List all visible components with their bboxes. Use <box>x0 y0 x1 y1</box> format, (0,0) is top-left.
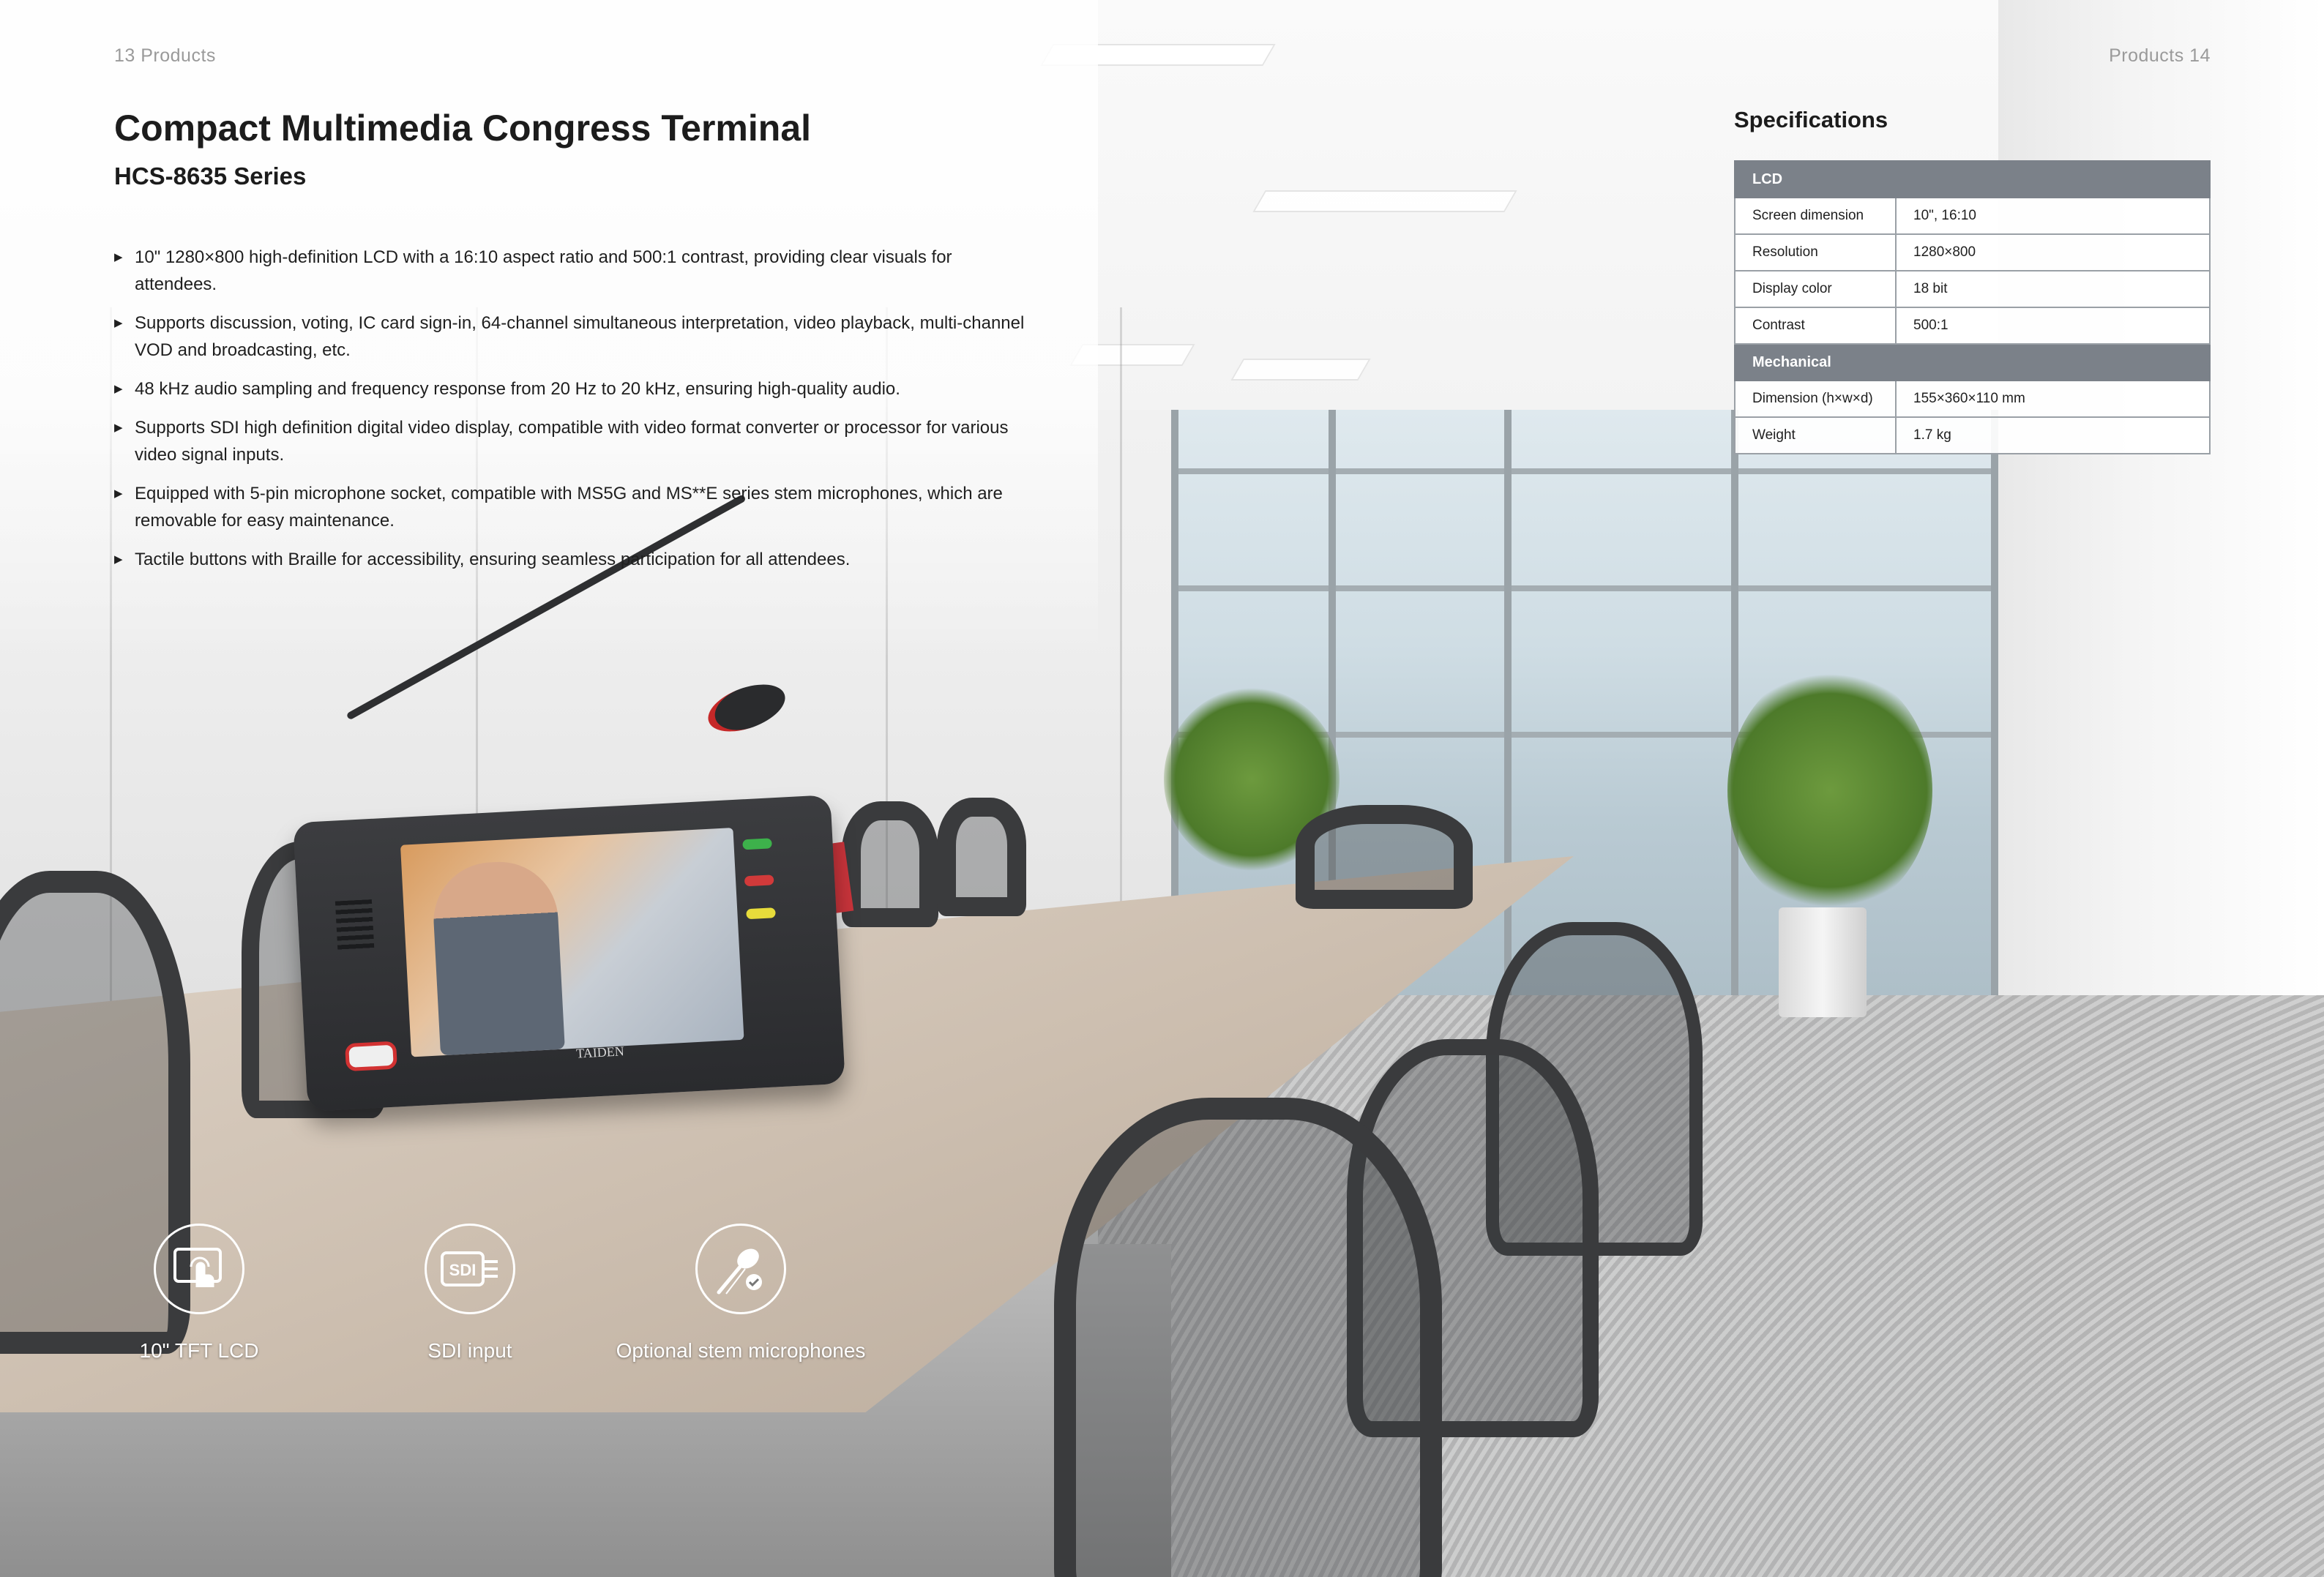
feature-icon-sdi: SDI SDI input <box>335 1224 605 1363</box>
stem-microphone-icon <box>695 1224 786 1314</box>
product-title: Compact Multimedia Congress Terminal <box>114 108 812 149</box>
spec-key: Screen dimension <box>1734 197 1897 235</box>
spec-key: Weight <box>1734 416 1897 454</box>
page-number-right: Products 14 <box>2109 45 2211 66</box>
spec-key: Resolution <box>1734 233 1897 271</box>
feature-item: ▶ 10" 1280×800 high-definition LCD with a… <box>114 244 1036 298</box>
bullet-icon: ▶ <box>114 487 123 500</box>
bullet-icon: ▶ <box>114 553 123 566</box>
spec-value: 155×360×110 mm <box>1895 380 2211 418</box>
touch-screen-icon <box>154 1224 244 1314</box>
feature-icon-label: Optional stem microphones <box>616 1339 866 1362</box>
spec-value: 500:1 <box>1895 307 2211 345</box>
green-button <box>742 838 772 850</box>
specifications-table: LCD Screen dimension 10", 16:10 Resoluti… <box>1734 160 2211 454</box>
feature-item: ▶ 48 kHz audio sampling and frequency res… <box>114 375 1036 402</box>
spec-row: Resolution 1280×800 <box>1734 233 2211 271</box>
spec-row: Weight 1.7 kg <box>1734 416 2211 454</box>
product-series: HCS-8635 Series <box>114 162 307 190</box>
bullet-icon: ▶ <box>114 251 123 263</box>
spec-group-header: LCD <box>1734 160 2211 198</box>
spec-value: 18 bit <box>1895 270 2211 308</box>
bullet-icon: ▶ <box>114 317 123 329</box>
bullet-icon: ▶ <box>114 383 123 395</box>
feature-item: ▶ Supports discussion, voting, IC card si… <box>114 310 1036 364</box>
red-vote-button <box>744 874 774 887</box>
spec-value: 1.7 kg <box>1895 416 2211 454</box>
feature-list: ▶ 10" 1280×800 high-definition LCD with a… <box>114 244 1036 585</box>
spec-row: Dimension (h×w×d) 155×360×110 mm <box>1734 380 2211 418</box>
spec-key: Display color <box>1734 270 1897 308</box>
bullet-icon: ▶ <box>114 422 123 434</box>
spec-value: 10", 16:10 <box>1895 197 2211 235</box>
spec-row: Display color 18 bit <box>1734 270 2211 308</box>
yellow-button <box>746 907 776 920</box>
feature-icon-label: 10" TFT LCD <box>139 1339 259 1362</box>
page-number-left: 13 Products <box>114 45 216 66</box>
spec-key: Contrast <box>1734 307 1897 345</box>
speaker-grill <box>335 899 375 953</box>
spec-row: Screen dimension 10", 16:10 <box>1734 197 2211 235</box>
feature-icon-lcd: 10" TFT LCD <box>64 1224 335 1363</box>
specifications-title: Specifications <box>1734 107 1888 132</box>
spec-value: 1280×800 <box>1895 233 2211 271</box>
spec-row: Contrast 500:1 <box>1734 307 2211 345</box>
terminal-screen <box>400 828 744 1057</box>
feature-icon-label: SDI input <box>427 1339 512 1362</box>
spec-key: Dimension (h×w×d) <box>1734 380 1897 418</box>
mic-button <box>345 1041 397 1072</box>
device-brand: TAIDEN <box>575 1044 625 1061</box>
spec-group-header: Mechanical <box>1734 343 2211 381</box>
feature-item: ▶ Equipped with 5-pin microphone socket, … <box>114 480 1036 534</box>
sdi-icon: SDI <box>425 1224 515 1314</box>
feature-icon-microphone: Optional stem microphones <box>605 1224 876 1363</box>
terminal-body: TAIDEN <box>293 795 845 1112</box>
svg-text:SDI: SDI <box>449 1261 477 1279</box>
feature-item: ▶ Supports SDI high definition digital vi… <box>114 414 1036 468</box>
feature-item: ▶ Tactile buttons with Braille for access… <box>114 546 1036 573</box>
